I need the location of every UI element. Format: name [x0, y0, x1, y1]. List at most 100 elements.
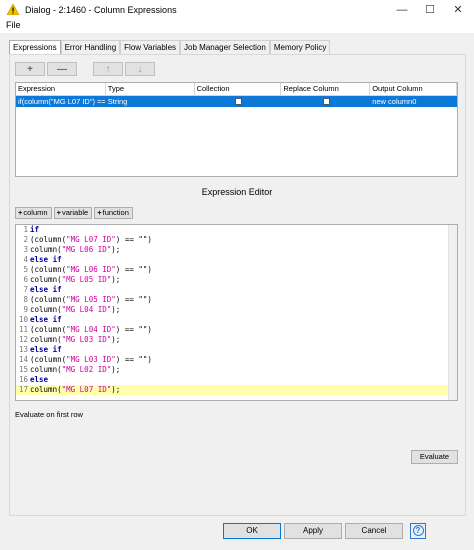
code-line: 16 else [16, 375, 457, 385]
line-number: 3 [23, 245, 28, 254]
code-line: 7 else if [16, 285, 457, 295]
line-number: 4 [23, 255, 28, 264]
code-text: column("MG L03 ID"); [30, 335, 120, 345]
code-token-fn: column( [30, 245, 62, 254]
code-line: 2 (column("MG L07 ID") == "") [16, 235, 457, 245]
move-up-button[interactable]: ↑ [93, 62, 123, 76]
code-token-kw: if [30, 225, 40, 234]
replace-column-checkbox[interactable] [322, 98, 330, 105]
code-text: else if [30, 315, 62, 325]
column-header-output-column[interactable]: Output Column [370, 83, 457, 95]
code-token-kw: else [30, 375, 49, 384]
code-token-fn: (column( [30, 295, 67, 304]
minimize-button[interactable]: — [388, 0, 416, 19]
column-header-expression[interactable]: Expression [16, 83, 106, 95]
cell-expression: if(column("MG L07 ID") ==... [18, 96, 106, 107]
line-number: 12 [18, 335, 28, 344]
code-token-tail: ) == "") [115, 325, 152, 334]
code-text: else if [30, 255, 62, 265]
maximize-button[interactable]: ☐ [416, 0, 444, 19]
code-token-tail: ); [111, 385, 121, 394]
code-token-tail: ); [111, 305, 121, 314]
column-header-collection[interactable]: Collection [195, 83, 282, 95]
vertical-scrollbar[interactable] [448, 225, 457, 400]
column-header-replace-column[interactable]: Replace Column [281, 83, 371, 95]
code-token-kw: else if [30, 345, 62, 354]
code-token-str: "MG L06 ID" [61, 245, 112, 254]
code-token-str: "MG L05 ID" [61, 275, 112, 284]
apply-button[interactable]: Apply [284, 523, 342, 539]
insert-buttons: +column +variable +function [15, 207, 135, 219]
code-token-tail: ); [111, 275, 121, 284]
code-token-fn: column( [30, 385, 62, 394]
code-line: 17 column("MG L07 ID"); [16, 385, 457, 395]
code-line: 8 (column("MG L05 ID") == "") [16, 295, 457, 305]
move-down-button[interactable]: ↓ [125, 62, 155, 76]
code-line: 5 (column("MG L06 ID") == "") [16, 265, 457, 275]
code-text: (column("MG L03 ID") == "") [30, 355, 152, 365]
code-token-fn: column( [30, 335, 62, 344]
warning-icon [7, 4, 19, 15]
code-token-str: "MG L04 ID" [61, 305, 112, 314]
evaluate-button[interactable]: Evaluate [411, 450, 458, 464]
expression-table: Expression Type Collection Replace Colum… [15, 82, 458, 177]
line-number: 6 [23, 275, 28, 284]
ok-button[interactable]: OK [223, 523, 281, 539]
tab-strip: Expressions Error Handling Flow Variable… [9, 40, 331, 55]
expression-toolbar: + — ↑ ↓ [15, 62, 157, 76]
menu-bar: File [0, 19, 474, 33]
code-token-fn: (column( [30, 265, 67, 274]
code-token-fn: (column( [30, 355, 67, 364]
insert-column-button[interactable]: +column [15, 207, 52, 219]
tab-job-manager-selection[interactable]: Job Manager Selection [180, 40, 270, 54]
line-number: 7 [23, 285, 28, 294]
code-text: column("MG L06 ID"); [30, 245, 120, 255]
code-line: 3 column("MG L06 ID"); [16, 245, 457, 255]
code-token-str: "MG L07 ID" [61, 385, 112, 394]
code-token-fn: (column( [30, 325, 67, 334]
code-text: else if [30, 285, 62, 295]
tab-flow-variables[interactable]: Flow Variables [120, 40, 181, 54]
line-number: 5 [23, 265, 28, 274]
cell-output-column: new column0 [370, 96, 457, 107]
tab-error-handling[interactable]: Error Handling [60, 40, 121, 54]
line-number: 8 [23, 295, 28, 304]
cancel-button[interactable]: Cancel [345, 523, 403, 539]
code-token-str: "MG L06 ID" [66, 265, 116, 274]
table-row[interactable]: if(column("MG L07 ID") ==... String new … [16, 96, 457, 107]
code-token-str: "MG L04 ID" [66, 325, 116, 334]
code-token-str: "MG L02 ID" [61, 365, 112, 374]
code-token-fn: column( [30, 275, 62, 284]
collection-checkbox[interactable] [234, 98, 242, 105]
table-header: Expression Type Collection Replace Colum… [16, 83, 457, 96]
line-number: 17 [18, 385, 28, 394]
code-token-str: "MG L03 ID" [61, 335, 112, 344]
code-token-fn: (column( [30, 235, 67, 244]
line-number: 14 [18, 355, 28, 364]
code-token-tail: ) == "") [115, 235, 152, 244]
evaluate-first-row-label: Evaluate on first row [15, 410, 83, 419]
menu-file[interactable]: File [6, 20, 21, 30]
code-token-kw: else if [30, 255, 62, 264]
insert-column-label: column [23, 208, 48, 217]
tab-expressions[interactable]: Expressions [9, 40, 61, 55]
help-icon: ? [412, 525, 424, 536]
column-header-type[interactable]: Type [106, 83, 195, 95]
code-editor[interactable]: 1 if 2 (column("MG L07 ID") == "") 3 column("… [15, 224, 458, 401]
remove-expression-button[interactable]: — [47, 62, 77, 76]
insert-function-button[interactable]: +function [94, 207, 133, 219]
code-token-kw: else if [30, 285, 62, 294]
code-text: column("MG L07 ID"); [30, 385, 120, 395]
close-button[interactable]: ✕ [444, 0, 472, 19]
code-line: 14 (column("MG L03 ID") == "") [16, 355, 457, 365]
code-token-kw: else if [30, 315, 62, 324]
insert-variable-button[interactable]: +variable [53, 207, 93, 219]
code-line: 10 else if [16, 315, 457, 325]
code-text: else if [30, 345, 62, 355]
add-expression-button[interactable]: + [15, 62, 45, 76]
line-number: 1 [23, 225, 28, 234]
line-number: 16 [18, 375, 28, 384]
tab-memory-policy[interactable]: Memory Policy [269, 40, 331, 54]
code-text: column("MG L05 ID"); [30, 275, 120, 285]
help-button[interactable]: ? [410, 523, 426, 539]
